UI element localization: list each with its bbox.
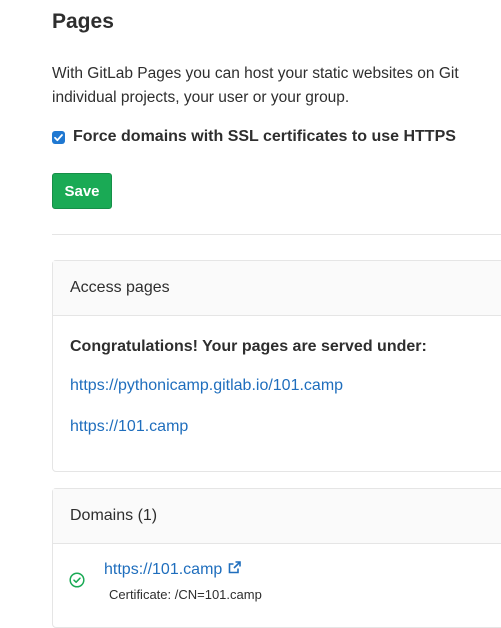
force-https-setting: Force domains with SSL certificates to u… (52, 128, 456, 146)
external-link-icon[interactable] (227, 560, 242, 580)
access-pages-heading: Access pages (53, 261, 501, 316)
check-circle-icon (69, 572, 85, 593)
gitlab-pages-link[interactable]: https://pythonicamp.gitlab.io/101.camp (70, 377, 343, 395)
access-pages-panel: Access pages Congratulations! Your pages… (52, 260, 501, 472)
domains-panel: Domains (1) https://101.camp Certificate… (52, 488, 501, 628)
page-title: Pages (52, 10, 114, 33)
congrats-message: Congratulations! Your pages are served u… (70, 338, 427, 355)
description-line-1: With GitLab Pages you can host your stat… (52, 65, 459, 82)
force-https-label[interactable]: Force domains with SSL certificates to u… (73, 128, 456, 146)
domains-heading: Domains (1) (53, 489, 501, 544)
checkmark-icon (54, 133, 63, 141)
save-button[interactable]: Save (52, 173, 112, 209)
force-https-checkbox[interactable] (52, 130, 65, 144)
custom-domain-link[interactable]: https://101.camp (70, 418, 188, 436)
certificate-info: Certificate: /CN=101.camp (109, 587, 262, 602)
description-line-2: individual projects, your user or your g… (52, 89, 350, 106)
pages-description: With GitLab Pages you can host your stat… (52, 62, 501, 110)
section-divider (52, 234, 501, 235)
domain-link[interactable]: https://101.camp (104, 560, 242, 580)
domain-url[interactable]: https://101.camp (104, 561, 222, 579)
